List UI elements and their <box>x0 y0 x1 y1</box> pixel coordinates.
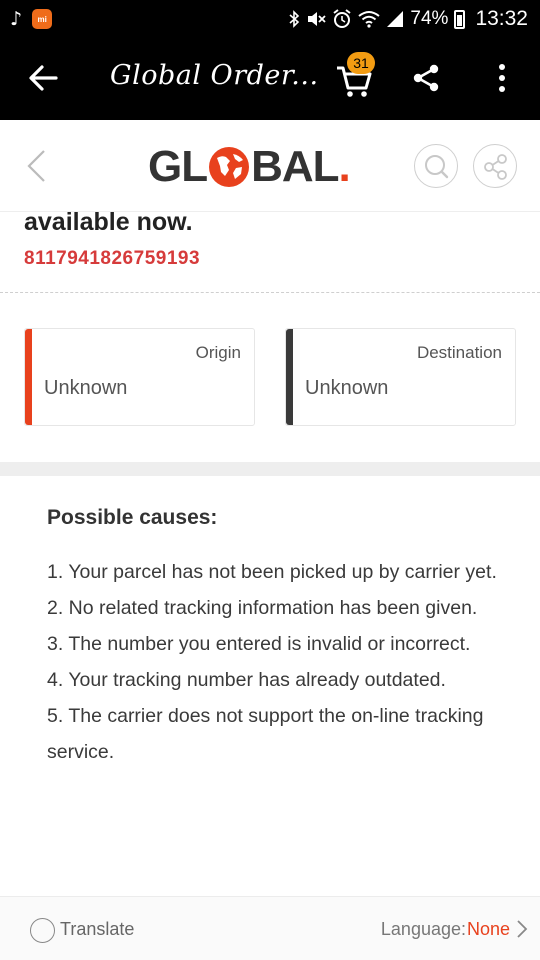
origin-label: Origin <box>195 343 241 362</box>
app-bar: Global Order... 31 <box>0 38 540 120</box>
globe-icon <box>209 147 250 187</box>
app-bar-title: Global Order... <box>110 60 319 91</box>
logo-dot: . <box>338 142 351 191</box>
causes-title: Possible causes: <box>47 506 218 529</box>
search-icon <box>425 155 449 179</box>
section-divider <box>0 462 540 476</box>
status-bar-right: 74% 13:32 <box>288 7 528 31</box>
cause-item: 3. The number you entered is invalid or … <box>47 633 471 655</box>
destination-accent-bar <box>286 329 293 425</box>
global-logo: GL BAL . <box>148 142 351 191</box>
site-header: GL BAL . <box>0 120 540 212</box>
cause-item: 5. The carrier does not support the on-l… <box>47 705 484 763</box>
alarm-icon <box>333 9 352 28</box>
signal-icon <box>387 11 404 27</box>
origin-accent-bar <box>25 329 32 425</box>
battery-icon <box>454 9 466 29</box>
translate-label[interactable]: Translate <box>60 919 134 940</box>
origin-card: Origin Unknown <box>24 328 255 426</box>
mi-app-icon: mi <box>32 9 53 29</box>
back-arrow-icon[interactable] <box>26 60 60 96</box>
battery-percent: 74% <box>410 8 449 29</box>
logo-text-right: BAL <box>251 142 339 191</box>
cart-count-badge: 31 <box>347 52 375 74</box>
more-options-icon[interactable] <box>490 62 514 94</box>
cause-item: 2. No related tracking information has b… <box>47 597 478 619</box>
chevron-left-icon[interactable] <box>24 148 50 184</box>
status-bar-left: ♪ mi <box>10 8 53 30</box>
origin-value: Unknown <box>44 377 128 399</box>
logo-text-left: GL <box>148 142 208 191</box>
bluetooth-icon <box>289 10 300 28</box>
status-bar: ♪ mi 74% 13:32 <box>0 0 540 38</box>
mute-icon <box>308 12 327 26</box>
share-outline-icon <box>484 154 507 180</box>
clock: 13:32 <box>475 7 528 30</box>
causes-list: 1. Your parcel has not been picked up by… <box>47 554 517 770</box>
search-button[interactable] <box>414 144 458 188</box>
destination-label: Destination <box>416 343 502 362</box>
language-label: Language: <box>380 919 466 939</box>
tracking-number[interactable]: 8117941826759193 <box>24 248 200 270</box>
destination-value: Unknown <box>305 377 389 399</box>
music-note-icon: ♪ <box>10 8 23 30</box>
chevron-right-icon[interactable] <box>516 919 528 939</box>
share-icon[interactable] <box>410 62 442 94</box>
translate-radio[interactable] <box>30 918 55 943</box>
result-title: available now. <box>24 208 193 236</box>
cause-item: 1. Your parcel has not been picked up by… <box>47 561 497 583</box>
translate-bar: Translate Language: None <box>0 896 540 960</box>
destination-card: Destination Unknown <box>285 328 516 426</box>
share-button[interactable] <box>473 144 517 188</box>
mi-app-label: mi <box>37 14 47 24</box>
cause-item: 4. Your tracking number has already outd… <box>47 669 446 691</box>
wifi-icon <box>358 11 381 28</box>
dashed-divider <box>0 292 540 293</box>
language-value[interactable]: None <box>467 919 510 940</box>
